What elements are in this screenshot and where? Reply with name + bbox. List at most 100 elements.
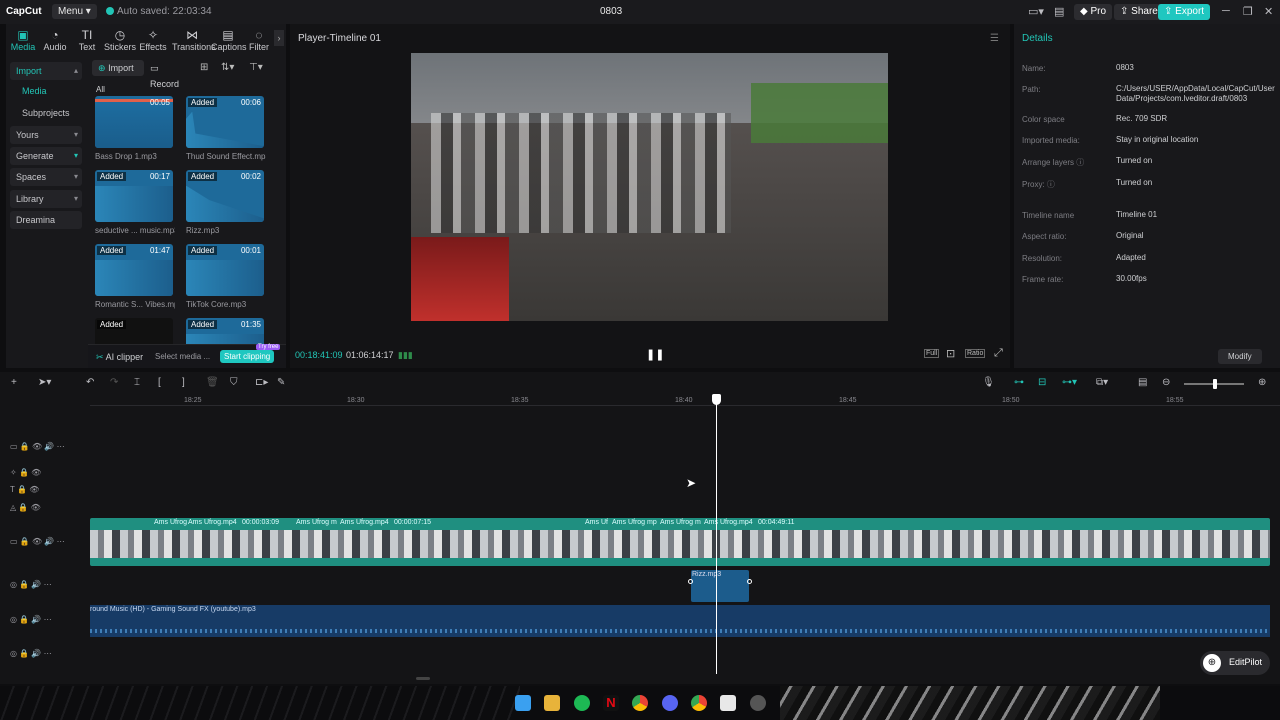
lock-icon[interactable]: 🔒 xyxy=(20,537,30,546)
sidebar-item-library[interactable]: Library ▾ xyxy=(10,190,82,208)
eye-icon[interactable]: 👁 xyxy=(32,537,42,546)
trim-right-icon[interactable]: ] xyxy=(182,377,185,388)
crop-icon[interactable]: ⊡ xyxy=(946,347,955,360)
tab-filter[interactable]: ◌ Filter xyxy=(244,28,274,52)
playhead-handle[interactable] xyxy=(712,394,721,405)
full-button[interactable]: Full xyxy=(924,349,940,358)
minimize-icon[interactable]: ─ xyxy=(1222,5,1230,17)
netflix-icon[interactable]: N xyxy=(603,695,619,711)
preview-axis-icon[interactable]: ⧉▾ xyxy=(1096,377,1108,388)
timeline-scrollbar[interactable] xyxy=(416,677,430,680)
more-icon[interactable]: ⋯ xyxy=(44,649,52,658)
video-preview[interactable] xyxy=(411,53,888,321)
zoom-slider[interactable] xyxy=(1184,379,1244,389)
zoom-in-icon[interactable]: ⊕ xyxy=(1258,377,1266,388)
media-item[interactable]: Added xyxy=(95,318,173,344)
sidebar-item-yours[interactable]: Yours ▾ xyxy=(10,126,82,144)
tab-transitions[interactable]: ⋈ Transitions xyxy=(172,28,216,52)
tab-media[interactable]: ▣ Media xyxy=(6,28,40,52)
media-item[interactable]: Added 00:01 TikTok Core.mp3 xyxy=(186,244,266,309)
media-item[interactable]: 00:05 Bass Drop 1.mp3 xyxy=(95,96,175,161)
fade-in-handle[interactable] xyxy=(688,579,693,584)
editpilot-button[interactable]: ⊕ EditPilot xyxy=(1200,651,1270,675)
audio-clip-rizz[interactable]: Rizz.mp3 xyxy=(688,570,752,602)
more-icon[interactable]: ⋯ xyxy=(57,537,65,546)
import-button[interactable]: ⊕ Import xyxy=(92,60,144,76)
tab-captions[interactable]: ▤ Captions xyxy=(211,28,247,52)
sidebar-item-dreamina[interactable]: Dreamina xyxy=(10,211,82,229)
share-button[interactable]: ⇪ Share xyxy=(1114,4,1164,20)
ratio-button[interactable]: Ratio xyxy=(965,349,986,358)
layout-icon[interactable]: ▭▾ xyxy=(1028,5,1044,18)
speaker-icon[interactable]: 🔊 xyxy=(31,649,41,658)
eye-icon[interactable]: 👁 xyxy=(32,442,42,451)
capcut-icon[interactable] xyxy=(720,695,736,711)
lock-icon[interactable]: 🔒 xyxy=(19,580,29,589)
tabs-scroll-right-icon[interactable]: › xyxy=(274,30,284,46)
undo-icon[interactable]: ↶ xyxy=(86,377,94,388)
delete-icon[interactable]: 🗑 xyxy=(206,377,219,388)
shield-icon[interactable]: ⛉ xyxy=(230,377,238,388)
speaker-icon[interactable]: 🔊 xyxy=(44,442,54,451)
sort-icon[interactable]: ⇅▾ xyxy=(221,62,234,73)
media-item[interactable]: Added 01:47 Romantic S... Vibes.mp3 xyxy=(95,244,175,309)
playhead[interactable] xyxy=(712,394,721,674)
eye-icon[interactable]: 👁 xyxy=(31,503,41,512)
caption-icon[interactable]: ▤ xyxy=(1138,377,1147,388)
audio-clip-background-music[interactable]: round Music (HD) - Gaming Sound FX (yout… xyxy=(90,605,1270,637)
select-media-dropdown[interactable]: Select media ... xyxy=(155,352,210,361)
split-icon[interactable]: ⌶ xyxy=(134,377,140,388)
lock-icon[interactable]: 🔒 xyxy=(19,649,29,658)
more-icon[interactable]: ⋯ xyxy=(57,442,65,451)
zoom-out-icon[interactable]: ⊖ xyxy=(1162,377,1170,388)
lock-icon[interactable]: 🔒 xyxy=(19,615,29,624)
pro-button[interactable]: ◆ Pro xyxy=(1074,4,1113,20)
export-button[interactable]: ⇪ Export xyxy=(1158,4,1211,20)
sidebar-item-generate[interactable]: Generate ▾ xyxy=(10,147,82,165)
modify-button[interactable]: Modify xyxy=(1218,349,1262,364)
add-track-icon[interactable]: + xyxy=(11,377,17,388)
select-tool-icon[interactable]: ➤▾ xyxy=(38,377,51,388)
link-icon[interactable]: ⊶ xyxy=(1014,377,1024,388)
maximize-icon[interactable]: ❐ xyxy=(1243,5,1253,18)
freeze-icon[interactable]: ⊏▸ xyxy=(255,377,268,388)
windows-start-icon[interactable] xyxy=(515,695,531,711)
sidebar-item-media[interactable]: Media xyxy=(16,82,88,100)
time-ruler[interactable]: 18:25 18:30 18:35 18:40 18:45 18:50 18:5… xyxy=(90,394,1280,406)
media-item[interactable]: Added 00:06 Thud Sound Effect.mp3 xyxy=(186,96,266,161)
mic-icon[interactable]: 🎙 xyxy=(982,377,995,388)
trim-left-icon[interactable]: [ xyxy=(158,377,161,388)
start-clipping-button[interactable]: Start clipping xyxy=(220,350,275,363)
sidebar-item-subprojects[interactable]: Subprojects xyxy=(16,104,88,122)
shortcuts-icon[interactable]: ▤ xyxy=(1054,5,1064,18)
snap-icon[interactable]: ⊶▾ xyxy=(1062,377,1077,388)
discord-icon[interactable] xyxy=(662,695,678,711)
obs-icon[interactable] xyxy=(750,695,766,711)
redo-icon[interactable]: ↷ xyxy=(110,377,118,388)
pause-button[interactable]: ❚❚ xyxy=(646,348,664,361)
zoom-slider-handle[interactable] xyxy=(1213,379,1217,389)
spotify-icon[interactable] xyxy=(574,695,590,711)
pen-icon[interactable]: ✎ xyxy=(277,377,285,388)
sidebar-item-spaces[interactable]: Spaces ▾ xyxy=(10,168,82,186)
more-icon[interactable]: ⋯ xyxy=(44,615,52,624)
lock-icon[interactable]: 🔒 xyxy=(17,485,27,494)
sidebar-item-import[interactable]: Import ▴ xyxy=(10,62,82,80)
fullscreen-icon[interactable]: ⤢ xyxy=(994,347,1003,360)
menu-button[interactable]: Menu ▾ xyxy=(52,4,97,19)
lock-icon[interactable]: 🔒 xyxy=(19,468,29,477)
eye-icon[interactable]: 👁 xyxy=(31,468,41,477)
more-icon[interactable]: ⋯ xyxy=(44,580,52,589)
tab-text[interactable]: TI Text xyxy=(70,28,104,52)
grid-view-icon[interactable]: ⊞ xyxy=(200,62,208,73)
speaker-icon[interactable]: 🔊 xyxy=(31,580,41,589)
chrome-icon[interactable] xyxy=(632,695,648,711)
lock-icon[interactable]: 🔒 xyxy=(18,503,28,512)
speaker-icon[interactable]: 🔊 xyxy=(44,537,54,546)
tab-effects[interactable]: ✧ Effects xyxy=(136,28,170,52)
chrome-profile-icon[interactable] xyxy=(691,695,707,711)
speaker-icon[interactable]: 🔊 xyxy=(31,615,41,624)
player-menu-icon[interactable]: ☰ xyxy=(990,33,999,44)
video-clip-track[interactable]: Ams Ufrog Ams Ufrog.mp4 00:00:03:09 Ams … xyxy=(90,518,1270,566)
close-icon[interactable]: ✕ xyxy=(1264,5,1273,18)
